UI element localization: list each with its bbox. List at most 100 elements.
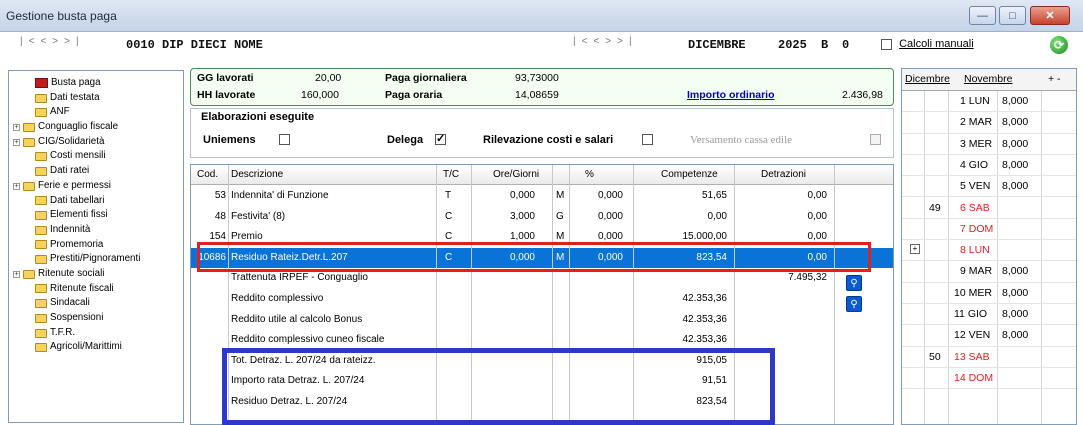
calendar-day-row[interactable]: 9 MAR 8,000 bbox=[902, 261, 1076, 283]
tree-item[interactable]: Prestiti/Pignoramenti bbox=[13, 252, 183, 267]
minimize-button[interactable]: — bbox=[969, 6, 996, 25]
tab-scroll-arrows[interactable]: + - bbox=[1048, 73, 1061, 85]
header-tc[interactable]: T/C bbox=[443, 169, 459, 180]
calendar-day-row[interactable]: 11 GIO 8,000 bbox=[902, 304, 1076, 326]
calendar-day-row[interactable]: 12 VEN 8,000 bbox=[902, 325, 1076, 347]
cell-desc: Trattenuta IRPEF - Conguaglio bbox=[231, 272, 368, 284]
tree-item[interactable]: + CIG/Solidarietà bbox=[13, 135, 183, 150]
header-detrazioni[interactable]: Detrazioni bbox=[761, 169, 806, 180]
tree-item[interactable]: Busta paga bbox=[13, 76, 183, 91]
tree-item[interactable]: Elementi fissi bbox=[13, 208, 183, 223]
cell-comp: 42.353,36 bbox=[682, 293, 728, 304]
cell-pct: 0,000 bbox=[597, 210, 623, 222]
expand-icon[interactable]: + bbox=[13, 270, 20, 278]
expand-icon[interactable]: + bbox=[13, 123, 20, 131]
tree-item[interactable]: ANF bbox=[13, 105, 183, 120]
tab-novembre[interactable]: Novembre bbox=[964, 73, 1012, 85]
reddito-detail-search-icon[interactable]: ⚲ bbox=[846, 296, 862, 312]
tree-item-label: Ferie e permessi bbox=[38, 179, 111, 191]
tree-item-label: T.F.R. bbox=[50, 326, 76, 338]
header-ore-giorni[interactable]: Ore/Giorni bbox=[493, 169, 539, 180]
tree-item[interactable]: Dati testata bbox=[13, 91, 183, 106]
cell-cod: 53 bbox=[214, 190, 226, 201]
cell-cod: 154 bbox=[209, 231, 226, 243]
tree-item[interactable]: + Ferie e permessi bbox=[13, 179, 183, 194]
table-row[interactable]: 48 Festivita' (8) C 3,000 G 0,000 0,00 0,00 bbox=[191, 207, 893, 228]
expand-icon[interactable]: + bbox=[13, 138, 20, 146]
header-descrizione[interactable]: Descrizione bbox=[231, 169, 283, 180]
calendar-day-row[interactable]: +8 LUN bbox=[902, 240, 1076, 262]
table-row[interactable]: Reddito complessivo 42.353,36 bbox=[191, 289, 893, 310]
section-tree[interactable]: Busta paga Dati testata ANF + Conguaglio fis… bbox=[8, 70, 184, 423]
paga-oraria-label: Paga oraria bbox=[385, 89, 443, 101]
tree-item[interactable]: + Conguaglio fiscale bbox=[13, 120, 183, 135]
period-last-icon[interactable]: >| bbox=[617, 36, 637, 47]
calcoli-checkbox-box[interactable] bbox=[881, 38, 892, 50]
tree-item[interactable]: Costi mensili bbox=[13, 149, 183, 164]
period-year: 2025 bbox=[778, 38, 807, 52]
irpef-detail-search-icon[interactable]: ⚲ bbox=[846, 275, 862, 291]
tree-item[interactable]: Sospensioni bbox=[13, 311, 183, 326]
tree-item-label: Sospensioni bbox=[50, 312, 104, 323]
paga-giornaliera-value: 93,73000 bbox=[515, 72, 559, 84]
tree-item-label: Promemoria bbox=[50, 238, 104, 250]
calendar-day-row[interactable]: 49 6 SAB bbox=[902, 198, 1076, 219]
tree-item[interactable]: T.F.R. bbox=[13, 326, 183, 341]
calendar-day-row[interactable]: 50 13 SAB bbox=[902, 347, 1076, 368]
tree-item[interactable]: Agricoli/Marittimi bbox=[13, 340, 183, 355]
day-label: 13 SAB bbox=[954, 350, 990, 363]
day-hours: 8,000 bbox=[1002, 116, 1029, 129]
tree-item[interactable]: Sindacali bbox=[13, 296, 183, 311]
title-bar: Gestione busta paga — □ ✕ bbox=[0, 0, 1083, 32]
close-button[interactable]: ✕ bbox=[1030, 6, 1070, 25]
tree-item[interactable]: Indennità bbox=[13, 223, 183, 238]
calendar-day-row[interactable]: 10 MER 8,000 bbox=[902, 283, 1076, 304]
tree-item-label: Ritenute sociali bbox=[38, 267, 105, 279]
cell-pct: 0,000 bbox=[597, 231, 623, 243]
calcoli-manuali-checkbox[interactable]: Calcoli manuali bbox=[881, 38, 974, 50]
tab-dicembre[interactable]: Dicembre bbox=[905, 73, 950, 85]
highlight-selected-row bbox=[197, 242, 871, 272]
tree-item[interactable]: Ritenute fiscali bbox=[13, 282, 183, 297]
calendar-day-row[interactable]: 2 MAR 8,000 bbox=[902, 112, 1076, 134]
folder-icon bbox=[35, 93, 47, 103]
nav-prev-icon[interactable]: < bbox=[40, 36, 52, 47]
tree-item[interactable]: Dati tabellari bbox=[13, 194, 183, 209]
day-label: 10 MER bbox=[954, 286, 992, 299]
nav-first-icon[interactable]: |< bbox=[20, 36, 40, 47]
cell-desc: Reddito complessivo bbox=[231, 293, 324, 304]
calendar-day-row[interactable]: 1 LUN 8,000 bbox=[902, 91, 1076, 113]
calendar-day-row[interactable]: 14 DOM bbox=[902, 368, 1076, 390]
calendar-day-row[interactable]: 5 VEN 8,000 bbox=[902, 176, 1076, 198]
calendar-day-row[interactable]: 3 MER 8,000 bbox=[902, 134, 1076, 155]
header-percent[interactable]: % bbox=[585, 169, 594, 180]
period-nav-arrows[interactable]: |<<>>| bbox=[573, 36, 638, 56]
refresh-button[interactable]: ⟳ bbox=[1050, 36, 1068, 54]
summary-panel: GG lavorati 20,00 HH lavorate 160,000 Pa… bbox=[190, 68, 894, 106]
header-cod[interactable]: Cod. bbox=[197, 169, 218, 180]
folder-icon bbox=[35, 211, 47, 221]
nav-next-icon[interactable]: > bbox=[52, 36, 64, 47]
importo-ordinario-link[interactable]: Importo ordinario bbox=[687, 89, 775, 101]
period-first-icon[interactable]: |< bbox=[573, 36, 593, 47]
expand-icon[interactable]: + bbox=[13, 182, 20, 190]
close-icon: ✕ bbox=[1045, 10, 1055, 22]
calendar-panel[interactable]: Dicembre Novembre + - 1 LUN 8,000 2 MAR 8,0… bbox=[901, 68, 1077, 425]
table-row[interactable]: 53 Indennita' di Funzione T 0,000 M 0,000 51,6… bbox=[191, 186, 893, 207]
tree-item[interactable]: Dati ratei bbox=[13, 164, 183, 179]
folder-icon bbox=[35, 284, 47, 294]
nav-last-icon[interactable]: >| bbox=[64, 36, 84, 47]
period-prev-icon[interactable]: < bbox=[593, 36, 605, 47]
table-row[interactable]: Reddito utile al calcolo Bonus 42.353,36 bbox=[191, 310, 893, 331]
tree-item[interactable]: + Ritenute sociali bbox=[13, 267, 183, 282]
calendar-day-row[interactable]: 7 DOM bbox=[902, 219, 1076, 241]
period-next-icon[interactable]: > bbox=[605, 36, 617, 47]
tree-item[interactable]: Promemoria bbox=[13, 238, 183, 253]
expand-icon[interactable]: + bbox=[910, 244, 920, 255]
maximize-button[interactable]: □ bbox=[999, 6, 1026, 25]
calendar-day-row[interactable]: 4 GIO 8,000 bbox=[902, 155, 1076, 177]
folder-icon bbox=[23, 137, 35, 147]
header-competenze[interactable]: Competenze bbox=[661, 169, 718, 180]
employee-nav-arrows[interactable]: |<<>>| bbox=[20, 36, 85, 56]
week-number: 50 bbox=[929, 350, 941, 363]
